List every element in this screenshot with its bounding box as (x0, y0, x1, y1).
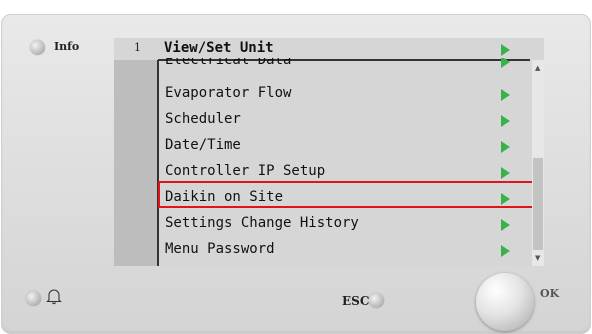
alarm-led-button[interactable] (26, 291, 41, 306)
menu-item-scheduler[interactable]: Scheduler (160, 108, 530, 134)
play-arrow-icon (501, 245, 510, 257)
menu-item-menu-password[interactable]: Menu Password (160, 238, 530, 264)
play-arrow-icon (501, 115, 510, 127)
play-arrow-icon (501, 219, 510, 231)
scroll-up-arrow-icon[interactable]: ▲ (535, 64, 540, 72)
menu-item-label: Settings Change History (165, 215, 359, 231)
menu-item-label: Scheduler (165, 111, 241, 127)
menu-item-date-time[interactable]: Date/Time (160, 134, 530, 160)
play-arrow-icon (501, 89, 510, 101)
menu-item-evaporator-flow[interactable]: Evaporator Flow (160, 82, 530, 108)
ok-dial-button[interactable] (476, 273, 534, 331)
esc-button[interactable] (369, 293, 384, 308)
selected-item-highlight (158, 181, 538, 208)
menu-item-label: Electrical Data (165, 58, 292, 68)
menu-item-label: Evaporator Flow (165, 85, 292, 101)
play-arrow-icon (501, 58, 510, 68)
line-number: 1 (134, 41, 141, 54)
bell-icon (46, 289, 62, 305)
info-led-button[interactable] (30, 40, 45, 55)
menu-item-label: Menu Password (165, 241, 275, 257)
ok-label: OK (540, 287, 560, 300)
menu-title: View/Set Unit (164, 40, 274, 56)
menu-item-settings-change-history[interactable]: Settings Change History (160, 212, 530, 238)
menu-list: Electrical Data Evaporator Flow Schedule… (160, 58, 530, 266)
scroll-down-arrow-icon[interactable]: ▼ (535, 254, 540, 262)
play-arrow-icon (501, 44, 510, 56)
screen-gutter (114, 60, 158, 266)
menu-item-label: Controller IP Setup (165, 163, 326, 179)
info-label: Info (54, 40, 80, 53)
menu-item-label: Date/Time (165, 137, 241, 153)
esc-label: ESC (342, 294, 370, 308)
play-arrow-icon (501, 167, 510, 179)
gutter-divider (157, 60, 159, 266)
play-arrow-icon (501, 141, 510, 153)
menu-item-electrical-data[interactable]: Electrical Data (160, 58, 530, 75)
scroll-thumb[interactable] (533, 158, 543, 250)
